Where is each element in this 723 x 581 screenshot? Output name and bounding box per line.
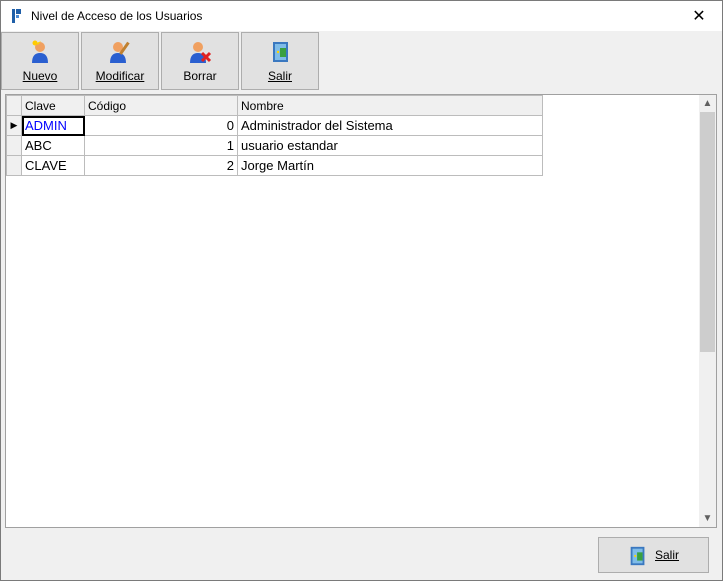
- delete-button[interactable]: Borrar: [161, 32, 239, 90]
- cell-clave[interactable]: CLAVE: [21, 155, 85, 176]
- close-icon: ✕: [692, 8, 706, 25]
- exit-button-label: Salir: [655, 548, 680, 562]
- scroll-down-icon[interactable]: ▼: [699, 510, 716, 527]
- modify-button[interactable]: Modificar: [81, 32, 159, 90]
- scroll-up-icon[interactable]: ▲: [699, 95, 716, 112]
- users-grid[interactable]: Clave Código Nombre ▶ ADMIN 0 Administra…: [5, 94, 717, 528]
- new-user-icon: [32, 39, 48, 63]
- row-indicator-header: [6, 95, 22, 116]
- cell-codigo[interactable]: 0: [84, 115, 238, 136]
- toolbar: Nuevo Modificar Borrar Salir: [1, 32, 722, 92]
- cell-codigo[interactable]: 2: [84, 155, 238, 176]
- column-header-clave[interactable]: Clave: [21, 95, 85, 116]
- delete-user-icon: [190, 42, 212, 63]
- current-row-indicator: ▶: [6, 115, 22, 136]
- app-icon: [12, 9, 21, 23]
- row-indicator: [6, 155, 22, 176]
- title-bar: Nivel de Acceso de los Usuarios ✕: [1, 1, 722, 31]
- exit-door-icon: [273, 42, 288, 62]
- cell-nombre[interactable]: Jorge Martín: [237, 155, 543, 176]
- table-row[interactable]: ABC 1 usuario estandar: [6, 135, 543, 156]
- column-header-codigo[interactable]: Código: [84, 95, 238, 116]
- cell-nombre[interactable]: usuario estandar: [237, 135, 543, 156]
- edit-user-icon: [110, 41, 130, 63]
- cell-nombre[interactable]: Administrador del Sistema: [237, 115, 543, 136]
- users-table: Clave Código Nombre ▶ ADMIN 0 Administra…: [6, 95, 543, 176]
- table-row[interactable]: ▶ ADMIN 0 Administrador del Sistema: [6, 115, 543, 136]
- exit-button[interactable]: Salir: [598, 537, 709, 573]
- new-button[interactable]: Nuevo: [1, 32, 79, 90]
- row-indicator: [6, 135, 22, 156]
- new-button-label: Nuevo: [22, 69, 58, 83]
- cell-codigo[interactable]: 1: [84, 135, 238, 156]
- exit-toolbar-button[interactable]: Salir: [241, 32, 319, 90]
- main-window: Nivel de Acceso de los Usuarios ✕ Nuevo …: [0, 0, 723, 581]
- exit-door-icon: [630, 546, 645, 566]
- modify-button-label: Modificar: [95, 69, 145, 83]
- close-button[interactable]: ✕: [676, 1, 722, 31]
- window-title: Nivel de Acceso de los Usuarios: [31, 9, 203, 23]
- delete-button-label: Borrar: [183, 69, 217, 83]
- cell-clave[interactable]: ADMIN: [21, 115, 85, 136]
- grid-header-row: Clave Código Nombre: [6, 95, 543, 116]
- vertical-scrollbar[interactable]: ▲ ▼: [699, 95, 716, 527]
- scroll-thumb[interactable]: [700, 112, 715, 352]
- table-row[interactable]: CLAVE 2 Jorge Martín: [6, 155, 543, 176]
- cell-clave[interactable]: ABC: [21, 135, 85, 156]
- column-header-nombre[interactable]: Nombre: [237, 95, 543, 116]
- exit-toolbar-button-label: Salir: [267, 69, 292, 83]
